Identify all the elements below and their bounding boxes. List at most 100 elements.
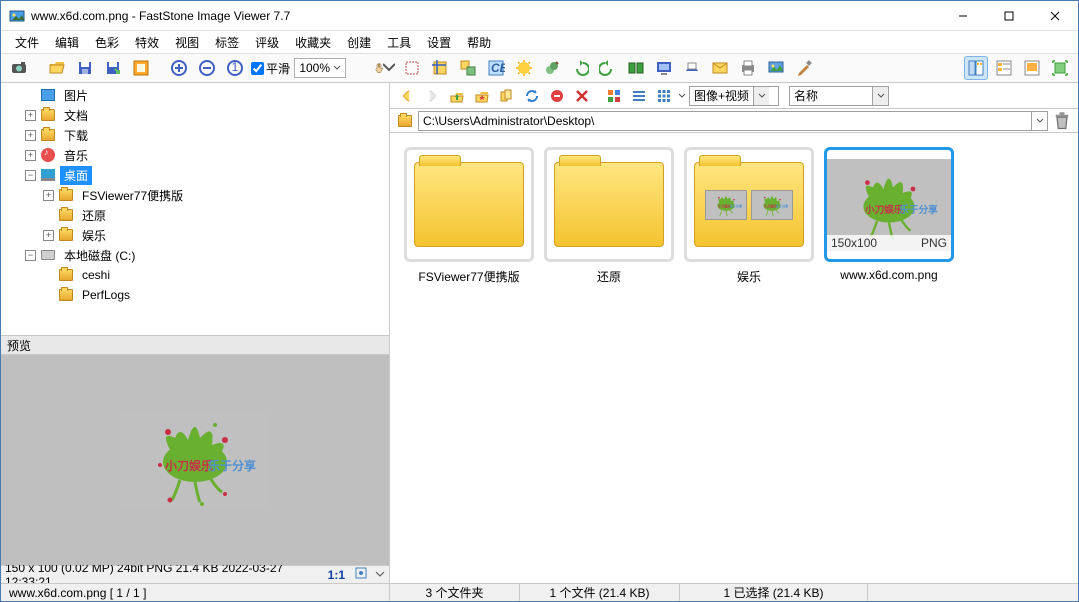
wallpaper-icon[interactable] — [764, 56, 788, 80]
select-icon[interactable] — [400, 56, 424, 80]
settings-icon[interactable] — [792, 56, 816, 80]
menu-设置[interactable]: 设置 — [419, 32, 459, 53]
thumb-item[interactable]: 还原 — [544, 147, 674, 285]
view-list-icon[interactable] — [992, 56, 1016, 80]
menu-帮助[interactable]: 帮助 — [459, 32, 499, 53]
menu-收藏夹[interactable]: 收藏夹 — [287, 32, 339, 53]
view-full-icon[interactable] — [1048, 56, 1072, 80]
tree-node[interactable]: PerfLogs — [1, 285, 389, 305]
tree-label: 娱乐 — [78, 226, 110, 245]
smooth-toggle[interactable]: 平滑 — [251, 60, 290, 77]
slideshow-icon[interactable] — [652, 56, 676, 80]
saveas-icon[interactable] — [101, 56, 125, 80]
menu-色彩[interactable]: 色彩 — [87, 32, 127, 53]
smooth-checkbox[interactable] — [251, 62, 264, 75]
tree-node[interactable]: +文档 — [1, 105, 389, 125]
preview-menu-icon[interactable] — [375, 568, 385, 582]
acquire-icon[interactable] — [7, 56, 31, 80]
thumb-item[interactable]: FSViewer77便携版 — [404, 147, 534, 285]
scan-icon[interactable] — [680, 56, 704, 80]
delete-icon[interactable] — [571, 85, 593, 107]
favorites-icon[interactable] — [471, 85, 493, 107]
status-folders: 3 个文件夹 — [390, 584, 520, 601]
zoom-in-icon[interactable] — [167, 56, 191, 80]
sort-combo[interactable]: 名称 — [789, 86, 889, 106]
save-icon[interactable] — [73, 56, 97, 80]
preview-tool-icon[interactable] — [355, 567, 367, 582]
expander-icon[interactable]: + — [43, 190, 54, 201]
expander-icon[interactable]: − — [25, 170, 36, 181]
thumb-item[interactable]: 小刀娱乐乐于分享小刀娱乐乐于分享娱乐 — [684, 147, 814, 285]
thumbnail-area[interactable]: FSViewer77便携版还原小刀娱乐乐于分享小刀娱乐乐于分享娱乐小刀娱乐乐于分… — [390, 133, 1078, 583]
zoom-out-icon[interactable] — [195, 56, 219, 80]
svg-text:小刀娱乐: 小刀娱乐 — [864, 204, 904, 216]
view-single-icon[interactable] — [1020, 56, 1044, 80]
tree-node[interactable]: 图片 — [1, 85, 389, 105]
filter-combo[interactable]: 图像+视频 — [689, 86, 779, 106]
open-icon[interactable] — [45, 56, 69, 80]
menu-标签[interactable]: 标签 — [207, 32, 247, 53]
minimize-button[interactable] — [940, 1, 986, 31]
thumb-frame: 小刀娱乐乐于分享150x100PNG — [824, 147, 954, 262]
tree-node[interactable]: +FSViewer77便携版 — [1, 185, 389, 205]
tree-node[interactable]: −本地磁盘 (C:) — [1, 245, 389, 265]
tree-label: PerfLogs — [78, 287, 134, 303]
view-grid-icon[interactable] — [653, 85, 675, 107]
menu-文件[interactable]: 文件 — [7, 32, 47, 53]
menu-评级[interactable]: 评级 — [247, 32, 287, 53]
menu-特效[interactable]: 特效 — [127, 32, 167, 53]
history-icon[interactable] — [496, 85, 518, 107]
rotate-right-icon[interactable] — [596, 56, 620, 80]
compare-icon[interactable] — [624, 56, 648, 80]
print-icon[interactable] — [736, 56, 760, 80]
expander-icon[interactable]: + — [25, 130, 36, 141]
tree-node[interactable]: −桌面 — [1, 165, 389, 185]
tree-node[interactable]: 还原 — [1, 205, 389, 225]
close-button[interactable] — [1032, 1, 1078, 31]
tree-node[interactable]: +下载 — [1, 125, 389, 145]
thumb-item[interactable]: 小刀娱乐乐于分享150x100PNGwww.x6d.com.png — [824, 147, 954, 285]
adjust-icon[interactable] — [512, 56, 536, 80]
back-icon[interactable] — [396, 85, 418, 107]
folder-tree[interactable]: 图片+文档+下载+音乐−桌面+FSViewer77便携版还原 + 娱乐−本地磁盘 (… — [1, 83, 389, 335]
view-thumbs-icon[interactable] — [603, 85, 625, 107]
preview-pane[interactable]: 小刀娱乐 乐于分享 — [1, 355, 389, 565]
maximize-button[interactable] — [986, 1, 1032, 31]
fullscreen-icon[interactable] — [129, 56, 153, 80]
hand-icon[interactable] — [372, 56, 396, 80]
view-dropdown-icon[interactable] — [678, 89, 686, 103]
tree-node[interactable]: ceshi — [1, 265, 389, 285]
tree-node[interactable]: + 娱乐 — [1, 225, 389, 245]
canvas-icon[interactable]: CB — [484, 56, 508, 80]
preview-ratio[interactable]: 1:1 — [328, 568, 345, 582]
email-icon[interactable] — [708, 56, 732, 80]
svg-text:乐于分享: 乐于分享 — [775, 203, 789, 208]
path-combo[interactable]: C:\Users\Administrator\Desktop\ — [418, 111, 1048, 131]
filter-label: 图像+视频 — [690, 87, 753, 104]
expander-icon[interactable]: + — [25, 110, 36, 121]
crop-icon[interactable] — [428, 56, 452, 80]
expander-icon[interactable]: + — [43, 230, 54, 241]
refresh-icon[interactable] — [521, 85, 543, 107]
menu-创建[interactable]: 创建 — [339, 32, 379, 53]
expander-icon[interactable]: + — [25, 150, 36, 161]
forward-icon[interactable] — [421, 85, 443, 107]
chevron-down-icon[interactable] — [1031, 112, 1047, 130]
trash-icon[interactable] — [1052, 111, 1072, 131]
view-thumb-icon[interactable] — [964, 56, 988, 80]
path-folder-icon[interactable] — [396, 112, 414, 130]
resize-icon[interactable] — [456, 56, 480, 80]
zoom-actual-icon[interactable]: 1 — [223, 56, 247, 80]
stop-icon[interactable] — [546, 85, 568, 107]
rotate-left-icon[interactable] — [568, 56, 592, 80]
zoom-combo[interactable]: 100% — [294, 58, 346, 78]
view-details-icon[interactable] — [628, 85, 650, 107]
app-icon — [9, 8, 25, 24]
menu-视图[interactable]: 视图 — [167, 32, 207, 53]
up-icon[interactable] — [446, 85, 468, 107]
tree-node[interactable]: +音乐 — [1, 145, 389, 165]
expander-icon[interactable]: − — [25, 250, 36, 261]
menu-编辑[interactable]: 编辑 — [47, 32, 87, 53]
menu-工具[interactable]: 工具 — [379, 32, 419, 53]
clone-icon[interactable] — [540, 56, 564, 80]
